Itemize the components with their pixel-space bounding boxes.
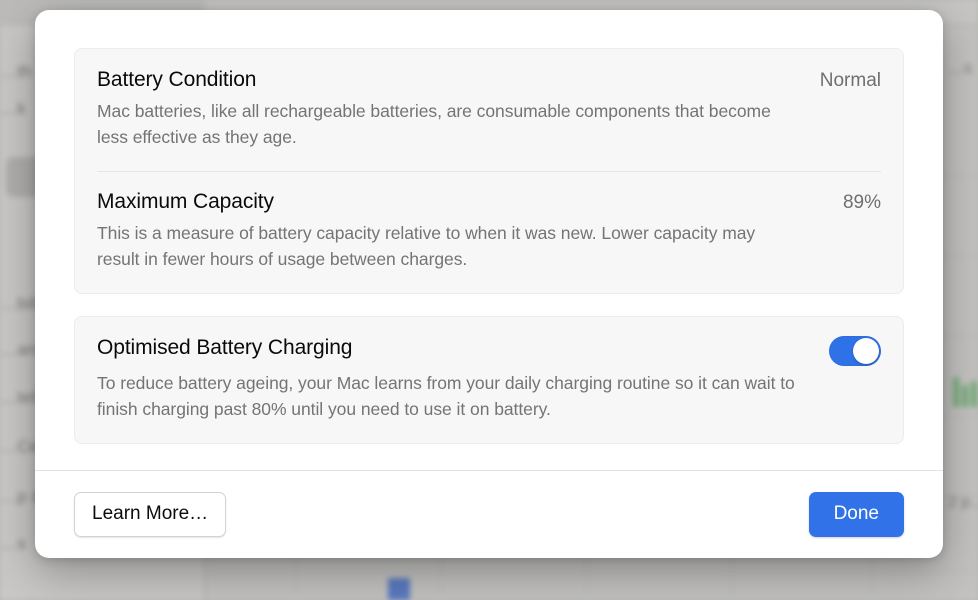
background-bar-1 bbox=[962, 385, 968, 407]
row-battery-condition: Battery Condition Normal Mac batteries, … bbox=[75, 49, 903, 171]
row-maximum-capacity: Maximum Capacity 89% This is a measure o… bbox=[75, 170, 903, 293]
maximum-capacity-description: This is a measure of battery capacity re… bbox=[97, 222, 756, 270]
background-sidebar-item-7: …s bbox=[0, 534, 26, 553]
optimised-battery-charging-toggle[interactable] bbox=[829, 335, 881, 366]
battery-health-dialog: Battery Condition Normal Mac batteries, … bbox=[35, 10, 943, 558]
background-bar-3 bbox=[388, 578, 410, 600]
learn-more-button[interactable]: Learn More… bbox=[74, 492, 227, 537]
battery-condition-description: Mac batteries, like all rechargeable bat… bbox=[97, 100, 771, 148]
maximum-capacity-value: 89% bbox=[842, 191, 881, 213]
optimised-battery-charging-title: Optimised Battery Charging bbox=[97, 335, 353, 359]
battery-info-card: Battery Condition Normal Mac batteries, … bbox=[74, 48, 904, 294]
background-bar-0 bbox=[953, 377, 959, 407]
done-button[interactable]: Done bbox=[808, 492, 904, 537]
battery-condition-value: Normal bbox=[819, 70, 881, 91]
row-optimised-battery-charging: Optimised Battery Charging To reduce bat… bbox=[75, 317, 903, 443]
background-sidebar-item-1: …k bbox=[0, 99, 26, 118]
dialog-footer: Learn More… Done bbox=[35, 470, 943, 558]
dialog-body: Battery Condition Normal Mac batteries, … bbox=[35, 10, 943, 470]
background-sidebar-item-0: …th bbox=[0, 62, 32, 81]
background-bar-2 bbox=[971, 381, 977, 407]
maximum-capacity-title: Maximum Capacity bbox=[97, 189, 274, 213]
toggle-knob bbox=[853, 337, 879, 364]
background-content-label-0: …s bbox=[948, 60, 972, 77]
optimised-charging-card: Optimised Battery Charging To reduce bat… bbox=[74, 315, 904, 444]
battery-condition-title: Battery Condition bbox=[97, 68, 257, 91]
background-content-label-1: 2 p… bbox=[948, 494, 978, 511]
optimised-battery-charging-description: To reduce battery ageing, your Mac learn… bbox=[97, 372, 795, 420]
